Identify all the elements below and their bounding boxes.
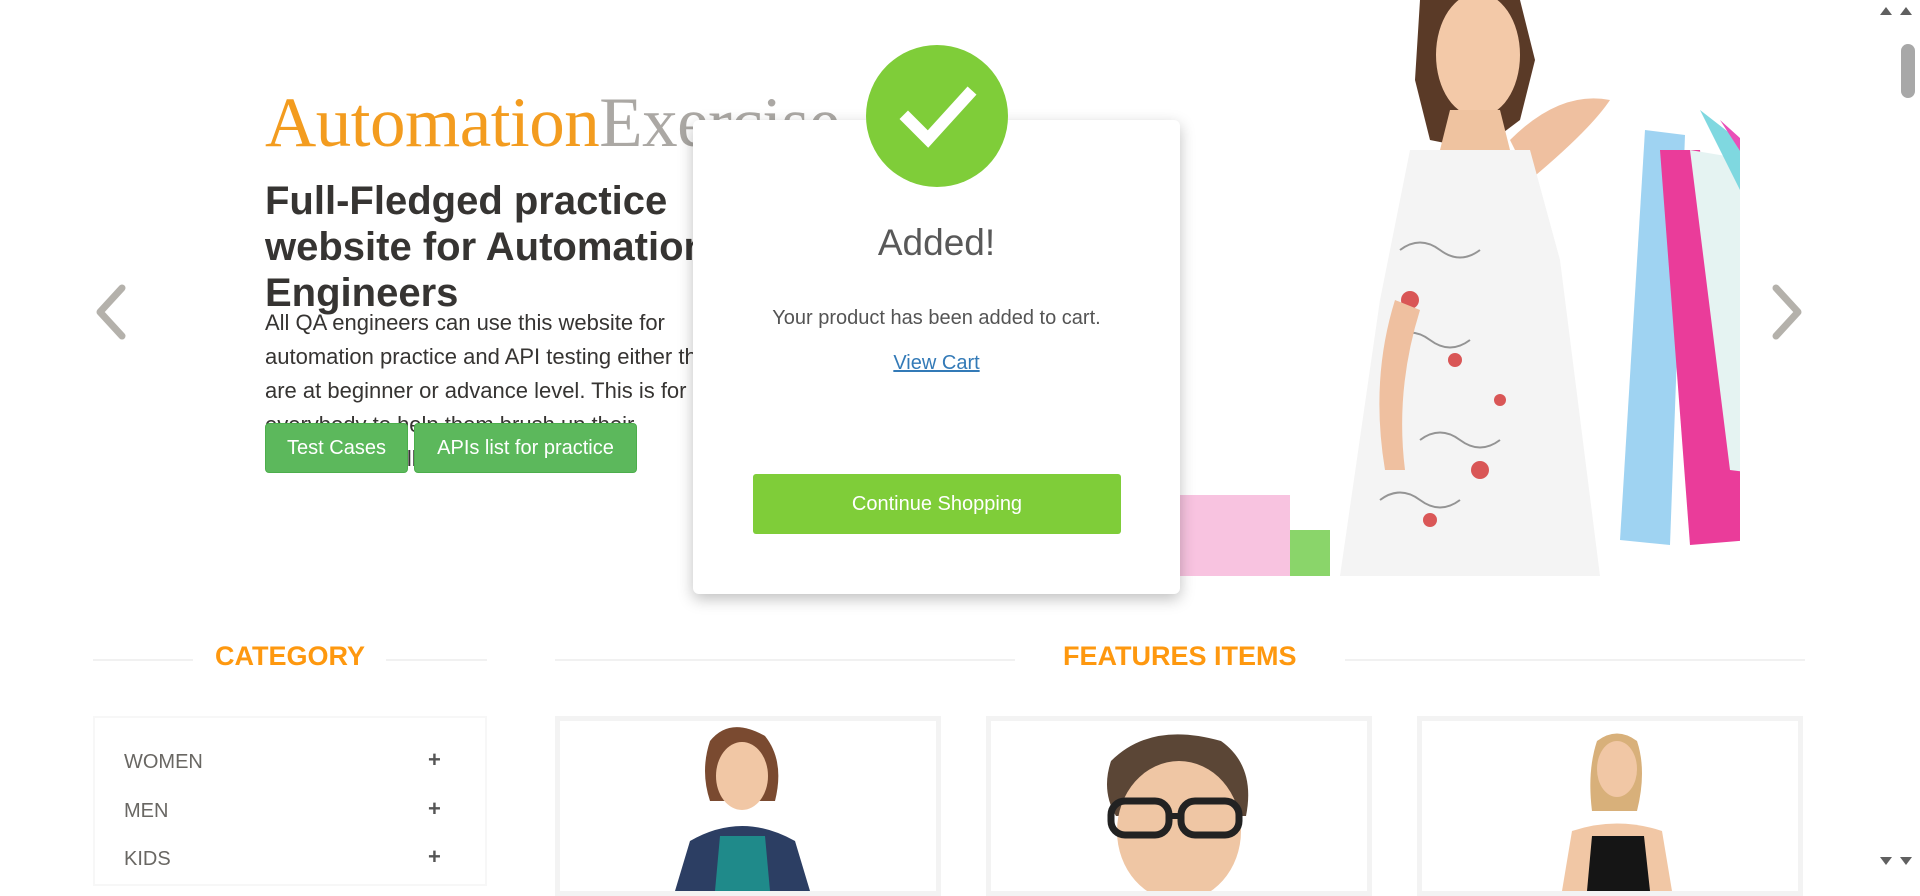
scroll-down-icon[interactable] bbox=[1880, 854, 1916, 872]
continue-shopping-button[interactable]: Continue Shopping bbox=[753, 474, 1121, 534]
view-cart-link[interactable]: View Cart bbox=[693, 352, 1180, 375]
scrollbar[interactable] bbox=[1896, 0, 1920, 870]
scroll-up-icon[interactable] bbox=[1880, 4, 1916, 22]
scrollbar-thumb[interactable] bbox=[1901, 44, 1915, 98]
modal-message: Your product has been added to cart. bbox=[772, 307, 1101, 329]
modal-title: Added! bbox=[877, 222, 996, 263]
checkmark-icon bbox=[866, 45, 1008, 187]
